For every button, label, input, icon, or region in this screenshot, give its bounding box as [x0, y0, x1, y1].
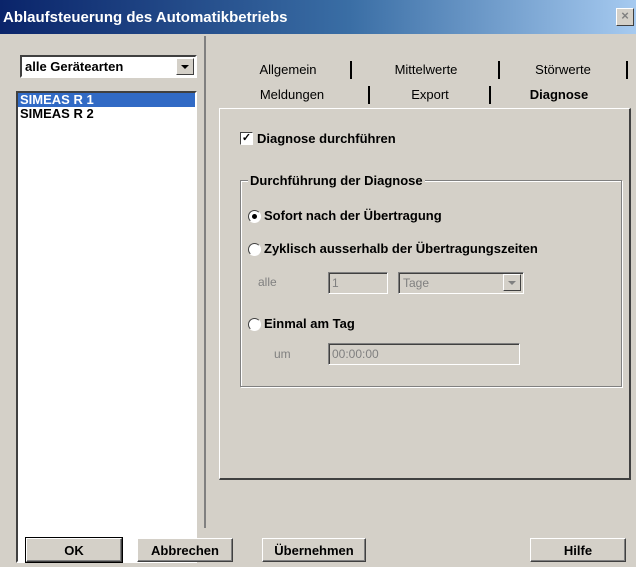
unit-select[interactable]: Tage — [398, 272, 524, 294]
radio-selected-dot — [252, 214, 257, 219]
time-label: um — [274, 347, 291, 361]
tab-diagnose[interactable]: Diagnose — [494, 84, 624, 106]
cancel-button[interactable]: Abbrechen — [137, 538, 233, 562]
help-button[interactable]: Hilfe — [530, 538, 626, 562]
close-button[interactable]: × — [616, 8, 634, 26]
radio-cyclic[interactable] — [248, 243, 261, 256]
device-type-select[interactable]: alle Gerätearten — [20, 55, 197, 78]
every-label: alle — [258, 275, 277, 289]
tab-separator — [626, 61, 628, 79]
tab-separator — [489, 86, 491, 104]
radio-immediate-label: Sofort nach der Übertragung — [264, 208, 442, 223]
tab-export[interactable]: Export — [372, 84, 488, 106]
close-icon: × — [621, 8, 629, 23]
left-pane: alle Gerätearten SIMEAS R 1 SIMEAS R 2 — [0, 36, 206, 563]
radio-daily[interactable] — [248, 318, 261, 331]
button-bar: OK Abbrechen Übernehmen Hilfe — [0, 528, 636, 567]
unit-value: Tage — [403, 276, 430, 290]
group-title: Durchführung der Diagnose — [248, 173, 425, 188]
radio-immediate[interactable] — [248, 210, 261, 223]
time-value: 00:00:00 — [332, 347, 379, 361]
diagnose-checkbox-label: Diagnose durchführen — [257, 131, 396, 146]
tab-allgemein[interactable]: Allgemein — [228, 59, 348, 81]
tab-separator — [350, 61, 352, 79]
time-input[interactable]: 00:00:00 — [328, 343, 520, 365]
dialog-window: Ablaufsteuerung des Automatikbetriebs × … — [0, 0, 636, 567]
unit-dropdown-button[interactable] — [503, 274, 521, 291]
apply-button[interactable]: Übernehmen — [262, 538, 366, 562]
tab-mittelwerte[interactable]: Mittelwerte — [356, 59, 496, 81]
radio-daily-label: Einmal am Tag — [264, 316, 355, 331]
tab-separator — [498, 61, 500, 79]
device-list[interactable]: SIMEAS R 1 SIMEAS R 2 — [16, 91, 197, 563]
tab-separator — [368, 86, 370, 104]
right-pane: Allgemein Mittelwerte Störwerte Meldunge… — [208, 36, 636, 528]
every-value: 1 — [332, 276, 339, 290]
device-type-value: alle Gerätearten — [25, 59, 124, 74]
list-item[interactable]: SIMEAS R 2 — [18, 107, 195, 121]
tab-stoerwerte[interactable]: Störwerte — [504, 59, 622, 81]
every-input[interactable]: 1 — [328, 272, 388, 294]
device-type-dropdown-button[interactable] — [176, 58, 194, 75]
ok-button[interactable]: OK — [25, 537, 123, 563]
title-bar: Ablaufsteuerung des Automatikbetriebs × — [0, 0, 636, 34]
diagnose-checkbox[interactable]: ✓ — [240, 132, 253, 145]
chevron-down-icon — [181, 64, 189, 69]
list-item[interactable]: SIMEAS R 1 — [18, 93, 195, 107]
window-title: Ablaufsteuerung des Automatikbetriebs — [3, 8, 288, 26]
tab-meldungen[interactable]: Meldungen — [222, 84, 362, 106]
chevron-down-icon — [508, 280, 516, 285]
diagnose-panel: ✓ Diagnose durchführen Durchführung der … — [219, 108, 631, 480]
radio-cyclic-label: Zyklisch ausserhalb der Übertragungszeit… — [264, 241, 538, 256]
